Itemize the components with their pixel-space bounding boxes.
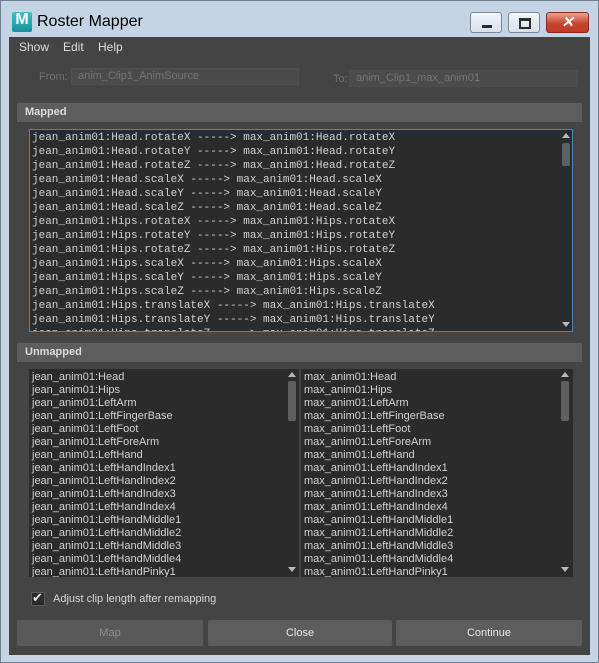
source-row[interactable]: jean_anim01:LeftHandIndex2 [32,475,176,488]
map-button[interactable]: Map [17,620,203,646]
source-row[interactable]: jean_anim01:LeftHandPinky1 [32,566,176,577]
mapped-list[interactable]: jean_anim01:Head.rotateX -----> max_anim… [29,129,573,332]
to-label: To: [333,73,348,85]
destination-row[interactable]: max_anim01:LeftFoot [304,423,410,436]
destination-row[interactable]: max_anim01:LeftHandIndex3 [304,488,448,501]
source-row[interactable]: jean_anim01:LeftHandIndex4 [32,501,176,514]
mapped-row[interactable]: jean_anim01:Head.rotateY -----> max_anim… [32,145,395,159]
from-field: anim_Clip1_AnimSource [71,68,299,85]
mapped-scrollbar[interactable] [560,130,572,331]
mapped-row[interactable]: jean_anim01:Hips.translateZ -----> max_a… [32,327,435,331]
mapped-scroll-thumb[interactable] [562,143,570,166]
maximize-icon [519,18,531,29]
source-row[interactable]: jean_anim01:LeftHandMiddle4 [32,553,181,566]
mapped-row[interactable]: jean_anim01:Hips.translateY -----> max_a… [32,313,435,327]
mapped-row[interactable]: jean_anim01:Hips.scaleY -----> max_anim0… [32,271,382,285]
source-row[interactable]: jean_anim01:LeftFingerBase [32,410,173,423]
mapped-section-header[interactable]: Mapped [17,103,582,122]
source-row[interactable]: jean_anim01:LeftFoot [32,423,138,436]
mapped-row[interactable]: jean_anim01:Head.scaleY -----> max_anim0… [32,187,382,201]
source-row[interactable]: jean_anim01:LeftHandMiddle3 [32,540,181,553]
maximize-button[interactable] [508,12,540,33]
scroll-down-arrow-icon[interactable] [288,567,296,572]
dialog-body: Show Edit Help From: anim_Clip1_AnimSour… [9,37,590,655]
source-row[interactable]: jean_anim01:LeftHandMiddle2 [32,527,181,540]
scroll-down-arrow-icon[interactable] [562,322,570,327]
mapped-row[interactable]: jean_anim01:Hips.rotateX -----> max_anim… [32,215,395,229]
destination-row[interactable]: max_anim01:LeftArm [304,397,409,410]
mapped-row[interactable]: jean_anim01:Hips.translateX -----> max_a… [32,299,435,313]
close-window-button[interactable]: ✕ [546,12,589,33]
destination-row[interactable]: max_anim01:LeftForeArm [304,436,431,449]
mapped-row[interactable]: jean_anim01:Head.scaleZ -----> max_anim0… [32,201,382,215]
menu-edit[interactable]: Edit [63,40,84,54]
source-row[interactable]: jean_anim01:LeftHandMiddle1 [32,514,181,527]
source-row[interactable]: jean_anim01:LeftHand [32,449,143,462]
destination-scroll-thumb[interactable] [561,381,569,421]
continue-button[interactable]: Continue [396,620,582,646]
maya-app-icon: M [12,11,32,32]
unmapped-destination-list[interactable]: max_anim01:Head max_anim01:Hips max_anim01… [301,369,573,577]
destination-row[interactable]: max_anim01:LeftHandIndex4 [304,501,448,514]
unmapped-source-list[interactable]: jean_anim01:Head jean_anim01:Hips jean_ani… [29,369,299,577]
menu-help[interactable]: Help [98,40,123,54]
destination-row[interactable]: max_anim01:Head [304,371,396,384]
source-row[interactable]: jean_anim01:LeftForeArm [32,436,159,449]
destination-scrollbar[interactable] [559,369,572,577]
to-field: anim_Clip1_max_anim01 [349,70,578,87]
adjust-clip-checkbox[interactable]: ✔ [31,590,45,606]
destination-row[interactable]: max_anim01:LeftHand [304,449,415,462]
destination-row[interactable]: max_anim01:LeftHandIndex2 [304,475,448,488]
destination-row[interactable]: max_anim01:LeftFingerBase [304,410,445,423]
scroll-up-arrow-icon[interactable] [288,372,296,377]
close-button[interactable]: Close [208,620,392,646]
scroll-up-arrow-icon[interactable] [561,372,569,377]
checkmark-icon: ✔ [32,590,43,605]
mapped-row[interactable]: jean_anim01:Hips.rotateZ -----> max_anim… [32,243,395,257]
destination-row[interactable]: max_anim01:LeftHandMiddle4 [304,553,453,566]
source-scrollbar[interactable] [286,369,299,577]
scroll-up-arrow-icon[interactable] [562,133,570,138]
menu-bar: Show Edit Help [9,37,590,57]
window-title: Roster Mapper [37,13,143,30]
destination-row[interactable]: max_anim01:Hips [304,384,392,397]
unmapped-section-header[interactable]: Unmapped [17,343,582,362]
mapped-row[interactable]: jean_anim01:Head.rotateZ -----> max_anim… [32,159,395,173]
source-row[interactable]: jean_anim01:Hips [32,384,120,397]
source-row[interactable]: jean_anim01:LeftArm [32,397,137,410]
close-icon: ✕ [561,14,574,31]
title-bar[interactable]: M Roster Mapper ✕ [1,1,598,37]
source-row[interactable]: jean_anim01:LeftHandIndex1 [32,462,176,475]
destination-row[interactable]: max_anim01:LeftHandMiddle3 [304,540,453,553]
source-row[interactable]: jean_anim01:Head [32,371,124,384]
source-scroll-thumb[interactable] [288,381,296,421]
scroll-down-arrow-icon[interactable] [561,567,569,572]
destination-row[interactable]: max_anim01:LeftHandMiddle2 [304,527,453,540]
mapped-row[interactable]: jean_anim01:Hips.scaleX -----> max_anim0… [32,257,382,271]
minimize-button[interactable] [470,12,502,33]
mapped-row[interactable]: jean_anim01:Head.scaleX -----> max_anim0… [32,173,382,187]
destination-row[interactable]: max_anim01:LeftHandMiddle1 [304,514,453,527]
roster-mapper-window: M Roster Mapper ✕ Show Edit Help From: a… [0,0,599,663]
minimize-icon [482,25,492,28]
mapped-row[interactable]: jean_anim01:Hips.rotateY -----> max_anim… [32,229,395,243]
destination-row[interactable]: max_anim01:LeftHandIndex1 [304,462,448,475]
adjust-clip-label[interactable]: Adjust clip length after remapping [53,593,216,605]
destination-row[interactable]: max_anim01:LeftHandPinky1 [304,566,448,577]
menu-show[interactable]: Show [19,40,49,54]
source-row[interactable]: jean_anim01:LeftHandIndex3 [32,488,176,501]
from-label: From: [39,71,68,83]
mapped-row[interactable]: jean_anim01:Hips.scaleZ -----> max_anim0… [32,285,382,299]
mapped-row[interactable]: jean_anim01:Head.rotateX -----> max_anim… [32,131,395,145]
